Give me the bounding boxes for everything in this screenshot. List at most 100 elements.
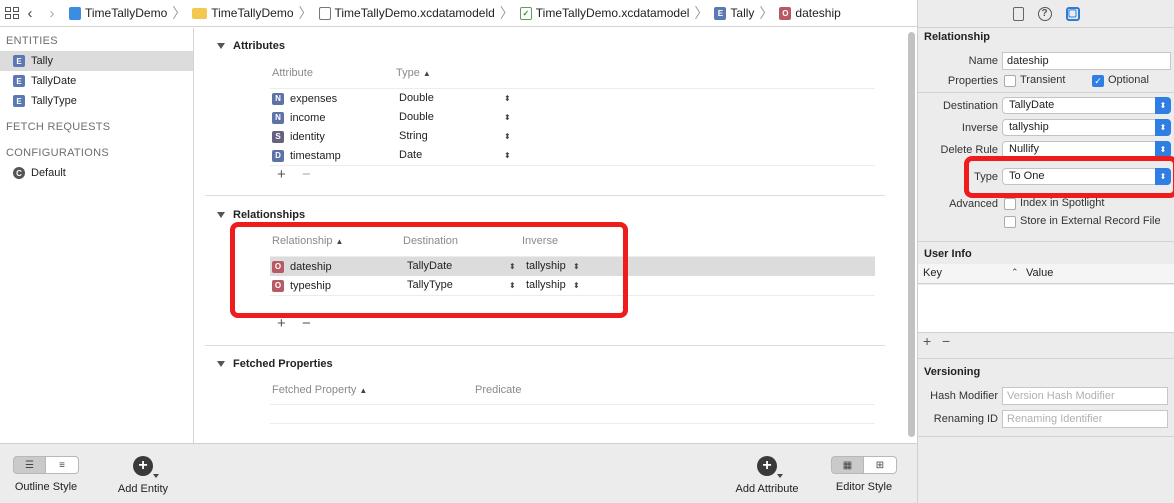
advanced-label: Advanced	[949, 198, 998, 210]
entity-icon: E	[13, 55, 25, 67]
remove-user-info-minus-icon[interactable]: −	[942, 333, 950, 349]
sidebar-item-label: TallyDate	[31, 75, 77, 87]
external-record-checkbox[interactable]	[1004, 216, 1016, 228]
datamodel-bundle-icon	[318, 6, 331, 20]
disclosure-triangle-icon[interactable]	[217, 212, 225, 218]
attribute-name: identity	[290, 130, 325, 143]
transient-checkbox[interactable]	[1004, 75, 1016, 87]
inverse-popup[interactable]: tallyship ⬍	[1002, 119, 1171, 136]
string-type-icon: S	[272, 130, 284, 143]
external-record-label: Store in External Record File	[1020, 215, 1161, 227]
add-attribute-button[interactable]: + Add Attribute	[724, 444, 810, 495]
popup-stepper-icon: ⬍	[1155, 119, 1171, 136]
inspector-tabs: ? ▢	[918, 0, 1174, 28]
versioning-title: Versioning	[924, 366, 981, 378]
attribute-row-timestamp[interactable]: D timestamp Date ⬍	[270, 146, 875, 165]
sort-ascending-icon: ▲	[422, 69, 431, 78]
divider	[918, 358, 1174, 359]
breadcrumb-label: Tally	[730, 6, 755, 20]
table-divider	[270, 165, 875, 166]
breadcrumb-project[interactable]: TimeTallyDemo 〉	[63, 0, 186, 27]
attributes-section-title: Attributes	[233, 40, 285, 52]
scrollbar-thumb[interactable]	[908, 32, 915, 437]
sidebar-item-tallydate[interactable]: E TallyDate	[0, 71, 193, 91]
attribute-row-expenses[interactable]: N expenses Double ⬍	[270, 89, 875, 108]
back-arrow-icon[interactable]: ‹	[19, 5, 41, 22]
column-header-label: Type	[396, 67, 420, 79]
sidebar-item-default-configuration[interactable]: C Default	[0, 163, 193, 183]
popup-stepper-icon: ⬍	[1155, 97, 1171, 114]
type-column-header[interactable]: Type ▲	[396, 67, 431, 79]
list-style-icon[interactable]: ☰	[13, 456, 46, 474]
inverse-value: tallyship	[1009, 121, 1049, 133]
section-divider	[205, 195, 885, 196]
sort-ascending-icon: ⌃	[1011, 267, 1019, 277]
configuration-icon: C	[13, 167, 25, 179]
attribute-name: expenses	[290, 92, 338, 105]
value-column-header[interactable]: Value	[1026, 267, 1053, 279]
add-entity-button[interactable]: + Add Entity	[105, 444, 181, 495]
fetched-properties-section-title: Fetched Properties	[233, 358, 333, 370]
index-in-spotlight-checkbox[interactable]	[1004, 198, 1016, 210]
breadcrumb-datamodel-file[interactable]: ✓ TimeTallyDemo.xcdatamodel 〉	[514, 0, 709, 27]
attribute-name: income	[290, 111, 326, 124]
breadcrumb-label: dateship	[795, 6, 841, 20]
disclosure-triangle-icon[interactable]	[217, 361, 225, 367]
sidebar-item-tallytype[interactable]: E TallyType	[0, 91, 193, 111]
number-type-icon: N	[272, 111, 284, 124]
sort-ascending-icon: ▲	[359, 386, 368, 395]
user-info-table[interactable]	[918, 285, 1174, 333]
editor-style-label: Editor Style	[835, 481, 893, 493]
disclosure-triangle-icon[interactable]	[217, 43, 225, 49]
add-user-info-plus-icon[interactable]: +	[923, 333, 931, 349]
attribute-row-identity[interactable]: S identity String ⬍	[270, 127, 875, 146]
add-attribute-plus-icon[interactable]: +	[277, 166, 286, 183]
breadcrumb-label: TimeTallyDemo.xcdatamodeld	[334, 6, 495, 20]
entity-icon: E	[714, 6, 727, 20]
breadcrumb-datamodel-bundle[interactable]: TimeTallyDemo.xcdatamodeld 〉	[313, 0, 514, 27]
popup-stepper-icon[interactable]: ⬍	[504, 108, 511, 127]
user-info-title: User Info	[924, 248, 972, 260]
key-column-header[interactable]: Key	[923, 267, 942, 279]
breadcrumb-group[interactable]: TimeTallyDemo 〉	[186, 0, 313, 27]
forward-arrow-icon[interactable]: ›	[41, 5, 63, 22]
breadcrumb-relationship[interactable]: O dateship	[773, 0, 841, 27]
fetched-property-column-header[interactable]: Fetched Property ▲	[272, 384, 367, 396]
attribute-column-header[interactable]: Attribute	[272, 67, 313, 79]
configurations-section-title: CONFIGURATIONS	[6, 147, 109, 159]
related-items-grid-icon[interactable]	[5, 7, 19, 19]
breadcrumb-separator-icon: 〉	[694, 5, 709, 21]
breadcrumb-entity[interactable]: E Tally 〉	[708, 0, 773, 27]
graph-style-icon[interactable]: ⊞	[864, 456, 897, 474]
outline-style-control: ☰ ≡ Outline Style	[0, 444, 92, 493]
entity-sidebar: ENTITIES E Tally E TallyDate E TallyType…	[0, 28, 194, 443]
editor-scrollbar[interactable]	[906, 28, 916, 443]
popup-stepper-icon[interactable]: ⬍	[504, 89, 511, 108]
breadcrumb-label: TimeTallyDemo	[211, 6, 294, 20]
breadcrumb-label: TimeTallyDemo.xcdatamodel	[535, 6, 690, 20]
breadcrumb-separator-icon: 〉	[759, 5, 774, 21]
jump-bar: ‹ › TimeTallyDemo 〉 TimeTallyDemo 〉 Time…	[0, 0, 917, 27]
file-inspector-icon[interactable]	[1012, 6, 1024, 21]
destination-popup[interactable]: TallyDate ⬍	[1002, 97, 1171, 114]
destination-label: Destination	[942, 100, 998, 112]
predicate-column-header[interactable]: Predicate	[475, 384, 521, 396]
breadcrumb-separator-icon: 〉	[499, 5, 514, 21]
popup-stepper-icon[interactable]: ⬍	[504, 146, 511, 165]
optional-checkbox[interactable]: ✓	[1092, 75, 1104, 87]
sidebar-item-label: Tally	[31, 55, 54, 67]
hash-modifier-field[interactable]: Version Hash Modifier	[1002, 387, 1168, 405]
add-entity-label: Add Entity	[117, 483, 169, 495]
remove-attribute-minus-icon[interactable]: −	[302, 166, 311, 183]
transient-label: Transient	[1020, 74, 1066, 86]
renaming-id-field[interactable]: Renaming Identifier	[1002, 410, 1168, 428]
outline-style-icon[interactable]: ≡	[46, 456, 79, 474]
data-model-inspector-icon[interactable]: ▢	[1065, 6, 1080, 21]
quick-help-icon[interactable]: ?	[1037, 6, 1052, 21]
table-style-icon[interactable]: ▦	[831, 456, 864, 474]
name-field[interactable]: dateship	[1002, 52, 1171, 70]
attribute-type: Double	[399, 111, 434, 123]
sidebar-item-tally[interactable]: E Tally	[0, 51, 193, 71]
attribute-row-income[interactable]: N income Double ⬍	[270, 108, 875, 127]
popup-stepper-icon[interactable]: ⬍	[504, 127, 511, 146]
